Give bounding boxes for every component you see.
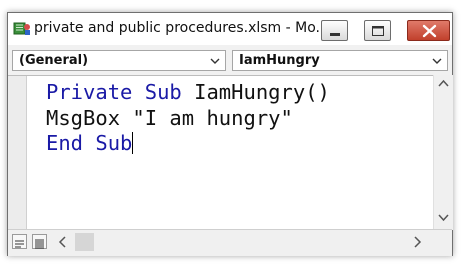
margin-indicator-bar[interactable] [8,76,27,230]
code-text[interactable]: Private Sub IamHungry() MsgBox "I am hun… [46,80,330,157]
minimize-icon [330,33,340,36]
horizontal-scroll-thumb[interactable] [75,233,94,251]
procedure-view-button[interactable] [12,234,27,249]
object-combobox-value: (General) [19,53,89,68]
scroll-right-button[interactable] [409,233,425,251]
procedure-combobox[interactable]: IamHungry [232,50,448,71]
chevron-left-icon [58,236,66,248]
vba-module-icon[interactable] [12,21,32,37]
chevron-down-icon [432,58,442,64]
maximize-button[interactable] [364,20,391,41]
code-keyword: Private [46,80,133,104]
code-procedure-name: IamHungry() [194,80,330,104]
bottom-bar [8,229,452,256]
scroll-left-button[interactable] [55,233,71,251]
code-editor[interactable]: Private Sub IamHungry() MsgBox "I am hun… [8,75,452,230]
chevron-right-icon [414,236,422,248]
window-title: private and public procedures.xlsm - Mo.… [34,20,328,36]
vertical-scrollbar-arrows [438,79,449,222]
code-keyword: End Sub [46,131,133,155]
vertical-scrollbar[interactable] [433,75,453,230]
procedure-combobox-value: IamHungry [239,53,320,68]
title-bar[interactable]: private and public procedures.xlsm - Mo.… [8,13,452,45]
code-statement: MsgBox "I am hungry" [46,105,293,130]
code-window: private and public procedures.xlsm - Mo.… [7,12,453,256]
full-module-view-icon [35,239,44,249]
close-button[interactable] [407,20,450,41]
minimize-button[interactable] [321,20,348,41]
chevron-down-icon [210,58,220,64]
close-icon [422,24,437,38]
code-keyword: Sub [144,80,182,104]
maximize-icon [372,26,384,36]
procedure-view-icon [15,240,24,248]
full-module-view-button[interactable] [32,234,47,249]
object-combobox[interactable]: (General) [12,50,226,71]
text-caret [132,132,134,154]
